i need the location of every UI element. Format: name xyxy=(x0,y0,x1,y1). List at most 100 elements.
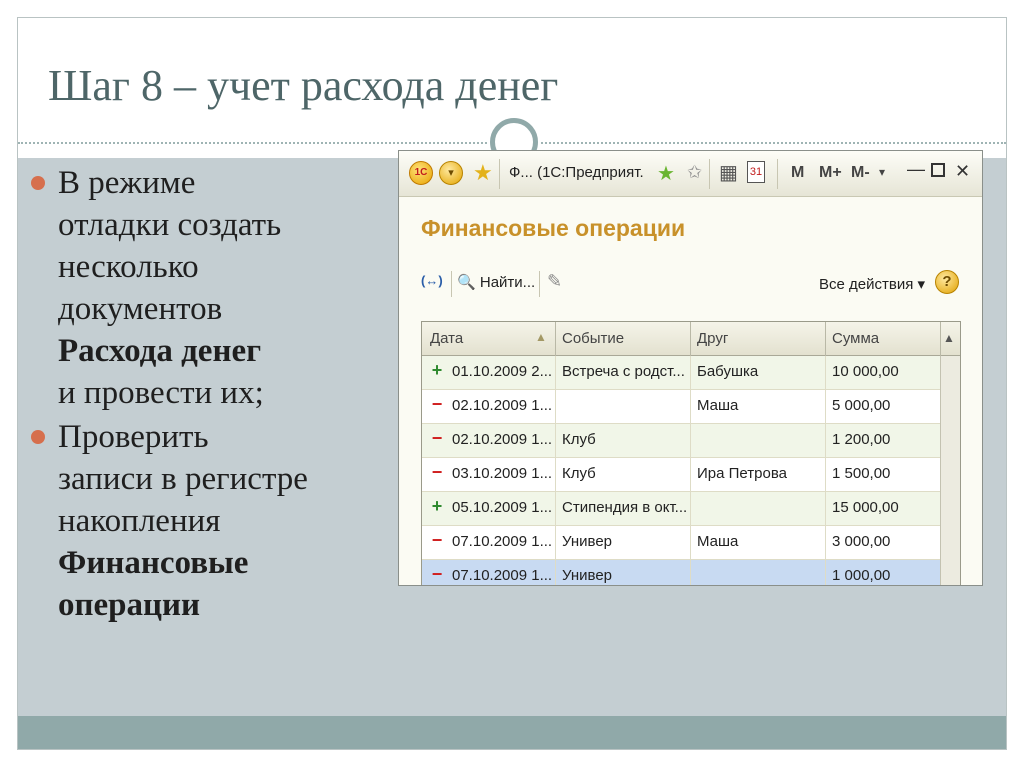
column-divider xyxy=(555,424,556,458)
cell-sum: 1 000,00 xyxy=(832,567,891,584)
cell-date: 03.10.2009 1... xyxy=(452,465,552,482)
toolbar-separator xyxy=(709,159,710,189)
window-titlebar: 1С ▾ ★ Ф... (1С:Предприят. ★ ✩ ▦ 31 M M+… xyxy=(399,151,982,197)
star-icon[interactable]: ★ xyxy=(473,160,493,185)
clear-search-icon[interactable]: ✎ xyxy=(547,271,562,292)
column-divider xyxy=(825,492,826,526)
help-icon[interactable]: ? xyxy=(935,270,959,294)
bullet-bold-text: операции xyxy=(58,587,201,623)
all-actions-menu[interactable]: Все действия ▾ xyxy=(819,275,925,293)
column-divider xyxy=(825,322,826,356)
cell-sum: 5 000,00 xyxy=(832,397,891,414)
memory-plus-button[interactable]: M+ xyxy=(819,164,842,186)
chevron-down-icon[interactable]: ▾ xyxy=(879,165,885,187)
cell-sum: 3 000,00 xyxy=(832,533,891,550)
cell-date: 02.10.2009 1... xyxy=(452,431,552,448)
column-divider xyxy=(555,322,556,356)
column-divider xyxy=(690,390,691,424)
calculator-icon[interactable]: ▦ xyxy=(719,160,738,184)
bullet-list: В режиме отладки создать несколько докум… xyxy=(31,162,400,626)
income-sign-icon: + xyxy=(431,496,443,516)
column-header-event[interactable]: Событие xyxy=(562,330,624,347)
cell-friend: Маша xyxy=(697,397,739,414)
app-window: 1С ▾ ★ Ф... (1С:Предприят. ★ ✩ ▦ 31 M M+… xyxy=(398,150,983,586)
cell-sum: 1 500,00 xyxy=(832,465,891,482)
column-divider xyxy=(690,322,691,356)
cell-event: Клуб xyxy=(562,431,596,448)
expense-sign-icon: − xyxy=(431,462,443,482)
cell-date: 07.10.2009 1... xyxy=(452,533,552,550)
bullet-text: Проверить xyxy=(58,419,209,455)
toolbar-separator xyxy=(499,159,500,189)
column-divider xyxy=(555,390,556,424)
cell-event: Встреча с родст... xyxy=(562,363,685,380)
close-button[interactable]: ✕ xyxy=(955,161,970,183)
column-divider xyxy=(555,458,556,492)
toolbar-separator xyxy=(777,159,778,189)
table-row[interactable]: +05.10.2009 1... Стипендия в окт... 15 000… xyxy=(422,492,940,526)
column-header-friend[interactable]: Друг xyxy=(697,330,728,347)
cell-friend: Бабушка xyxy=(697,363,759,380)
table-row[interactable]: +01.10.2009 2... Встреча с родст... Бабушк… xyxy=(422,356,940,390)
1c-logo-icon[interactable]: 1С xyxy=(409,161,433,185)
form-title: Финансовые операции xyxy=(421,215,686,241)
column-divider xyxy=(555,526,556,560)
search-icon: 🔍 xyxy=(457,274,476,291)
column-divider xyxy=(555,560,556,585)
bullet-text: и провести их; xyxy=(58,375,264,411)
refresh-icon[interactable]: (↔) xyxy=(421,273,443,288)
table-row[interactable]: −07.10.2009 1... Универ Маша 3 000,00 xyxy=(422,526,940,560)
maximize-button[interactable] xyxy=(931,163,945,177)
bullet-item-1: В режиме отладки создать несколько докум… xyxy=(31,162,400,414)
column-divider xyxy=(690,560,691,585)
find-button[interactable]: 🔍 Найти... xyxy=(457,273,535,291)
toolbar-separator xyxy=(451,271,452,297)
column-divider xyxy=(825,424,826,458)
toolbar-separator xyxy=(539,271,540,297)
table-row[interactable]: −03.10.2009 1... Клуб Ира Петрова 1 500,00 xyxy=(422,458,940,492)
cell-date: 07.10.2009 1... xyxy=(452,567,552,584)
add-favorite-icon[interactable]: ★ xyxy=(657,161,675,185)
calendar-icon[interactable]: 31 xyxy=(747,161,765,183)
expense-sign-icon: − xyxy=(431,564,443,584)
minimize-button[interactable]: — xyxy=(907,159,925,181)
column-divider xyxy=(825,458,826,492)
table-row[interactable]: −02.10.2009 1... Клуб 1 200,00 xyxy=(422,424,940,458)
find-label: Найти... xyxy=(479,274,536,291)
cell-sum: 1 200,00 xyxy=(832,431,891,448)
table-header: Дата ▲ Событие Друг Сумма ▲ xyxy=(422,322,960,356)
vertical-scrollbar[interactable] xyxy=(940,356,960,585)
column-divider xyxy=(690,492,691,526)
income-sign-icon: + xyxy=(431,360,443,380)
table-row[interactable]: −02.10.2009 1... Маша 5 000,00 xyxy=(422,390,940,424)
cell-sum: 10 000,00 xyxy=(832,363,899,380)
cell-date: 05.10.2009 1... xyxy=(452,499,552,516)
column-divider xyxy=(940,322,941,356)
cell-sum: 15 000,00 xyxy=(832,499,899,516)
column-divider xyxy=(690,424,691,458)
cell-event: Клуб xyxy=(562,465,596,482)
bottom-band xyxy=(18,716,1006,749)
bullet-dot-icon xyxy=(31,176,45,190)
bullet-item-2: Проверить записи в регистре накопления Ф… xyxy=(31,416,400,626)
expense-sign-icon: − xyxy=(431,394,443,414)
menu-dropdown-icon[interactable]: ▾ xyxy=(439,161,463,185)
operations-table[interactable]: Дата ▲ Событие Друг Сумма ▲ +01.10.2009 … xyxy=(421,321,961,585)
favorites-list-icon[interactable]: ✩ xyxy=(687,162,702,184)
cell-date: 02.10.2009 1... xyxy=(452,397,552,414)
scroll-up-icon[interactable]: ▲ xyxy=(943,331,955,345)
column-header-sum[interactable]: Сумма xyxy=(832,330,879,347)
expense-sign-icon: − xyxy=(431,530,443,550)
expense-sign-icon: − xyxy=(431,428,443,448)
table-row[interactable]: −07.10.2009 1... Универ 1 000,00 xyxy=(422,560,940,585)
column-divider xyxy=(690,526,691,560)
bullet-text: накопления xyxy=(58,503,221,539)
form-toolbar: (↔) 🔍 Найти... ✎ Все действия ▾ ? xyxy=(399,267,982,303)
sort-ascending-icon[interactable]: ▲ xyxy=(535,330,547,344)
bullet-text: записи в регистре xyxy=(58,461,308,497)
memory-minus-button[interactable]: M- xyxy=(851,164,870,186)
memory-button[interactable]: M xyxy=(791,164,804,186)
column-divider xyxy=(555,356,556,390)
column-header-date[interactable]: Дата xyxy=(430,330,463,347)
cell-friend: Маша xyxy=(697,533,739,550)
